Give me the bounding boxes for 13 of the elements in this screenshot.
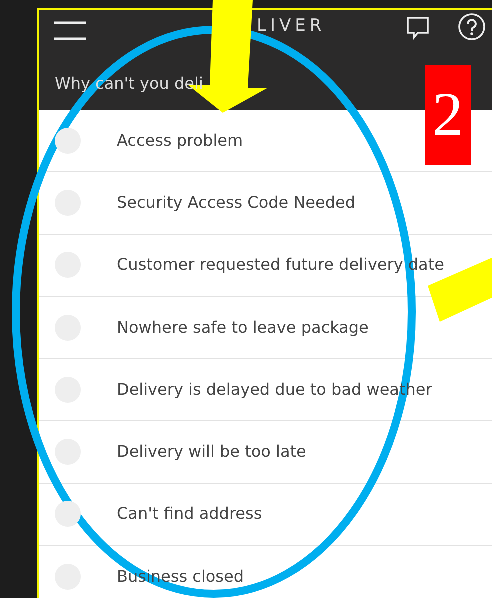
app-title: LIVER <box>257 15 326 38</box>
radio-button[interactable] <box>55 501 81 528</box>
radio-button[interactable] <box>55 439 81 466</box>
help-icon[interactable] <box>458 13 486 41</box>
chat-icon[interactable] <box>406 16 430 40</box>
reason-label[interactable]: Access problem <box>117 128 244 153</box>
reason-label[interactable]: Security Access Code Needed <box>117 190 356 215</box>
reason-label[interactable]: Nowhere safe to leave package <box>117 316 369 340</box>
radio-button[interactable] <box>55 128 81 154</box>
reason-label[interactable]: Can't find address <box>117 502 262 526</box>
reason-label[interactable]: Delivery will be too late <box>117 440 306 464</box>
step-number: 2 <box>425 65 471 165</box>
menu-icon[interactable] <box>53 21 87 41</box>
